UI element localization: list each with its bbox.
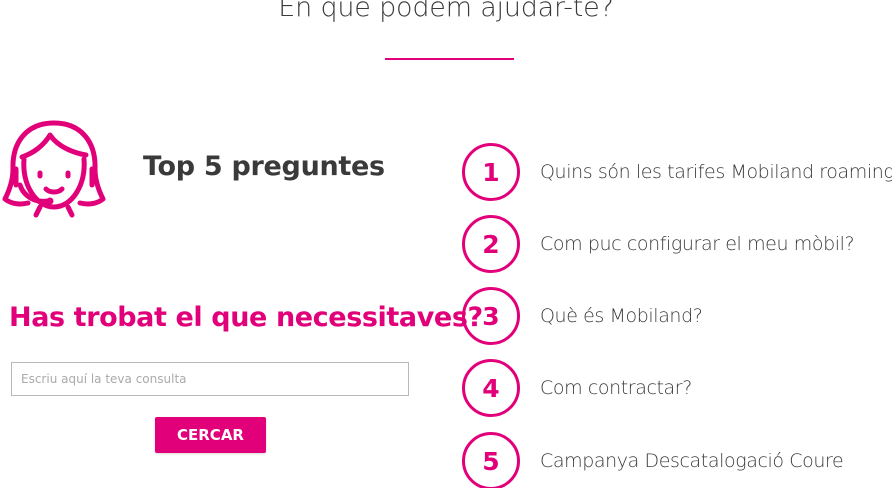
faq-item[interactable]: 3 Què és Mobiland? [462, 287, 892, 345]
faq-question-link[interactable]: Quins són les tarifes Mobiland roaming? [540, 161, 892, 183]
faq-number-badge: 3 [462, 287, 520, 345]
faq-item[interactable]: 2 Com puc configurar el meu mòbil? [462, 215, 892, 273]
page-title: En què podem ajudar-te? [278, 0, 614, 23]
top-questions-heading: Top 5 preguntes [143, 151, 385, 182]
faq-question-link[interactable]: Com puc configurar el meu mòbil? [540, 233, 855, 255]
faq-question-link[interactable]: Campanya Descatalogació Coure [540, 450, 844, 472]
faq-number-badge: 1 [462, 143, 520, 201]
help-page: En què podem ajudar-te? Top 5 preguntes … [0, 0, 892, 488]
support-agent-icon [2, 120, 106, 218]
found-what-you-needed-heading: Has trobat el que necessitaves? [9, 302, 483, 333]
faq-question-link[interactable]: Què és Mobiland? [540, 305, 703, 327]
faq-number-badge: 5 [462, 432, 520, 488]
faq-question-link[interactable]: Com contractar? [540, 377, 692, 399]
search-button[interactable]: CERCAR [155, 417, 266, 453]
faq-item[interactable]: 1 Quins són les tarifes Mobiland roaming… [462, 143, 892, 201]
faq-number-badge: 2 [462, 215, 520, 273]
faq-item[interactable]: 4 Com contractar? [462, 359, 892, 417]
faq-number-badge: 4 [462, 359, 520, 417]
search-input[interactable] [11, 362, 409, 396]
title-underline [385, 58, 514, 60]
faq-item[interactable]: 5 Campanya Descatalogació Coure [462, 432, 892, 488]
